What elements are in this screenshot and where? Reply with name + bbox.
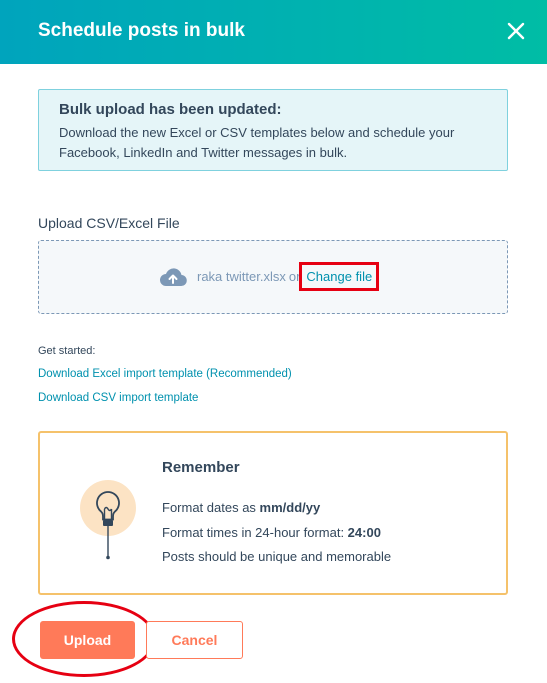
change-file-link[interactable]: Change file — [299, 262, 380, 291]
file-dropzone[interactable]: raka twitter.xlsx or Change file — [38, 240, 508, 314]
notice-body: Download the new Excel or CSV templates … — [59, 125, 455, 160]
upload-file-label: Upload CSV/Excel File — [38, 215, 180, 231]
unique-posts-note: Posts should be unique and memorable — [162, 549, 392, 564]
cloud-upload-icon — [159, 267, 187, 287]
lightbulb-icon — [78, 480, 138, 562]
remember-title: Remember — [162, 459, 240, 476]
date-format-note: Format dates as mm/dd/yy — [162, 500, 320, 515]
modal-title: Schedule posts in bulk — [38, 20, 245, 41]
close-button[interactable] — [503, 18, 529, 44]
modal-header: Schedule posts in bulk — [0, 0, 547, 64]
time-format-prefix: Format times in 24-hour format: — [162, 525, 348, 540]
date-format-value: mm/dd/yy — [259, 500, 321, 515]
get-started-label: Get started: — [38, 345, 96, 357]
download-csv-template-link[interactable]: Download CSV import template — [38, 392, 198, 404]
close-icon — [507, 22, 525, 40]
cancel-button[interactable]: Cancel — [146, 621, 243, 659]
selected-file-name: raka twitter.xlsx — [197, 269, 286, 284]
or-text: or — [288, 269, 301, 284]
upload-button[interactable]: Upload — [40, 621, 135, 659]
remember-callout: Remember Format dates as mm/dd/yy Format… — [38, 431, 508, 595]
bulk-upload-notice: Bulk upload has been updated: Download t… — [38, 89, 508, 171]
dropzone-content: raka twitter.xlsx or Change file — [159, 262, 380, 291]
time-format-note: Format times in 24-hour format: 24:00 — [162, 525, 381, 540]
notice-title: Bulk upload has been updated: — [59, 101, 282, 118]
date-format-prefix: Format dates as — [162, 500, 260, 515]
time-format-value: 24:00 — [347, 525, 381, 540]
download-excel-template-link[interactable]: Download Excel import template (Recommen… — [38, 368, 292, 380]
